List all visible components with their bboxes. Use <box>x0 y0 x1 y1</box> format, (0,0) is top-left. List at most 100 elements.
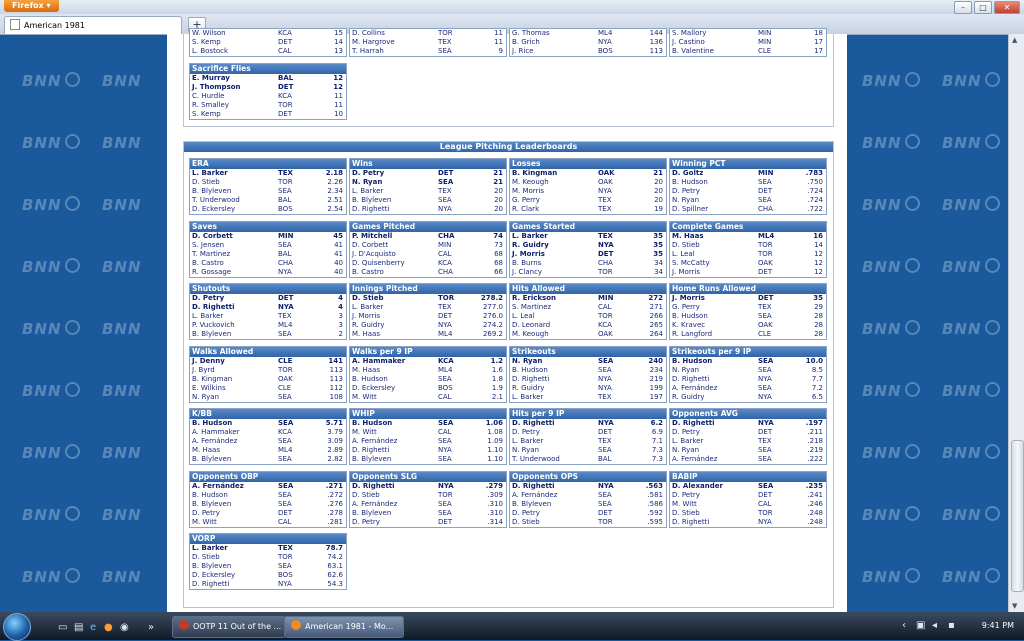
team-code[interactable]: DET <box>598 250 613 259</box>
player-name[interactable]: R. Smalley <box>192 101 229 110</box>
player-name[interactable]: R. Langford <box>672 330 712 339</box>
player-name[interactable]: B. Castro <box>192 259 224 268</box>
team-code[interactable]: NYA <box>598 375 612 384</box>
team-code[interactable]: TEX <box>598 393 612 402</box>
player-name[interactable]: R. Guidry <box>352 321 384 330</box>
player-name[interactable]: B. Burns <box>512 259 541 268</box>
player-name[interactable]: J. Morris <box>512 250 545 259</box>
player-name[interactable]: D. Goltz <box>672 169 703 178</box>
team-code[interactable]: KCA <box>438 259 452 268</box>
player-name[interactable]: E. Wilkins <box>192 384 226 393</box>
team-code[interactable]: NYA <box>438 482 454 491</box>
player-name[interactable]: N. Ryan <box>672 366 699 375</box>
player-name[interactable]: L. Barker <box>192 544 228 553</box>
tab-american-1981[interactable]: American 1981 <box>4 16 182 34</box>
team-code[interactable]: OAK <box>598 330 613 339</box>
team-code[interactable]: MIN <box>758 169 773 178</box>
team-code[interactable]: DET <box>758 428 772 437</box>
minimize-icon[interactable]: – <box>954 1 972 14</box>
player-name[interactable]: N. Ryan <box>672 196 699 205</box>
team-code[interactable]: TOR <box>758 509 773 518</box>
player-name[interactable]: L. Barker <box>352 187 383 196</box>
player-name[interactable]: B. Hudson <box>352 419 392 428</box>
team-code[interactable]: SEA <box>278 393 292 402</box>
team-code[interactable]: BAL <box>278 74 293 83</box>
quicklaunch-chevron-icon[interactable]: » <box>148 622 154 633</box>
firefox-menu-button[interactable]: Firefox ▾ <box>4 0 59 12</box>
player-name[interactable]: M. Witt <box>352 393 377 402</box>
player-name[interactable]: D. Petry <box>672 491 700 500</box>
team-code[interactable]: TEX <box>278 169 293 178</box>
close-icon[interactable]: ✕ <box>994 1 1020 14</box>
player-name[interactable]: R. Guidry <box>512 384 544 393</box>
team-code[interactable]: TEX <box>758 303 772 312</box>
team-code[interactable]: SEA <box>438 419 453 428</box>
player-name[interactable]: D. Righetti <box>672 419 715 428</box>
team-code[interactable]: ML4 <box>438 330 452 339</box>
team-code[interactable]: CAL <box>278 47 292 56</box>
player-name[interactable]: D. Righetti <box>192 580 229 589</box>
team-code[interactable]: SEA <box>598 357 613 366</box>
player-name[interactable]: D. Petry <box>512 509 540 518</box>
scroll-down-icon[interactable]: ▼ <box>1012 602 1017 610</box>
player-name[interactable]: A. Fernández <box>512 491 557 500</box>
firefox-icon[interactable]: ● <box>104 622 113 633</box>
team-code[interactable]: CAL <box>278 518 292 527</box>
player-name[interactable]: B. Blyleven <box>192 500 231 509</box>
player-name[interactable]: D. Corbett <box>192 232 233 241</box>
player-name[interactable]: T. Martinez <box>192 250 230 259</box>
player-name[interactable]: S. Jensen <box>192 241 224 250</box>
player-name[interactable]: A. Hammaker <box>192 428 240 437</box>
team-code[interactable]: NYA <box>278 268 292 277</box>
player-name[interactable]: D. Collins <box>352 29 385 38</box>
player-name[interactable]: S. Kemp <box>192 38 221 47</box>
player-name[interactable]: N. Ryan <box>672 446 699 455</box>
player-name[interactable]: B. Kingman <box>192 375 232 384</box>
player-name[interactable]: A. Fernández <box>672 455 717 464</box>
player-name[interactable]: D. Eckersley <box>352 384 395 393</box>
team-code[interactable]: SEA <box>438 375 452 384</box>
team-code[interactable]: SEA <box>598 500 612 509</box>
player-name[interactable]: D. Petry <box>192 509 220 518</box>
player-name[interactable]: D. Righetti <box>512 419 555 428</box>
player-name[interactable]: B. Hudson <box>192 419 232 428</box>
player-name[interactable]: L. Barker <box>512 437 543 446</box>
player-name[interactable]: D. Righetti <box>512 482 555 491</box>
team-code[interactable]: CAL <box>438 393 452 402</box>
team-code[interactable]: NYA <box>758 518 772 527</box>
player-name[interactable]: M. Witt <box>192 518 217 527</box>
team-code[interactable]: TOR <box>278 553 293 562</box>
team-code[interactable]: NYA <box>598 384 612 393</box>
team-code[interactable]: ML4 <box>278 446 292 455</box>
player-name[interactable]: N. Ryan <box>192 393 219 402</box>
team-code[interactable]: DET <box>438 518 452 527</box>
player-name[interactable]: S. Mallory <box>672 29 706 38</box>
player-name[interactable]: B. Hudson <box>672 178 708 187</box>
player-name[interactable]: L. Barker <box>352 303 383 312</box>
player-name[interactable]: B. Blyleven <box>512 500 551 509</box>
player-name[interactable]: A. Fernández <box>192 437 237 446</box>
team-code[interactable]: SEA <box>758 446 772 455</box>
player-name[interactable]: J. Denny <box>192 357 225 366</box>
player-name[interactable]: W. Wilson <box>192 29 226 38</box>
player-name[interactable]: D. Righetti <box>672 518 709 527</box>
player-name[interactable]: M. Haas <box>352 330 380 339</box>
team-code[interactable]: SEA <box>758 357 773 366</box>
team-code[interactable]: SEA <box>758 312 772 321</box>
player-name[interactable]: J. Clancy <box>512 268 542 277</box>
player-name[interactable]: B. Blyleven <box>352 509 391 518</box>
team-code[interactable]: NYA <box>758 375 772 384</box>
team-code[interactable]: DET <box>438 169 453 178</box>
player-name[interactable]: D. Petry <box>352 169 384 178</box>
player-name[interactable]: G. Thomas <box>512 29 550 38</box>
team-code[interactable]: SEA <box>278 482 293 491</box>
player-name[interactable]: J. D'Acquisto <box>352 250 396 259</box>
network-icon[interactable]: ▣ <box>916 620 925 631</box>
team-code[interactable]: BAL <box>598 455 612 464</box>
team-code[interactable]: TOR <box>278 178 293 187</box>
player-name[interactable]: M. Witt <box>352 428 377 437</box>
player-name[interactable]: L. Barker <box>192 169 228 178</box>
team-code[interactable]: TOR <box>758 250 773 259</box>
maximize-icon[interactable]: □ <box>974 1 992 14</box>
team-code[interactable]: CLE <box>758 47 771 56</box>
